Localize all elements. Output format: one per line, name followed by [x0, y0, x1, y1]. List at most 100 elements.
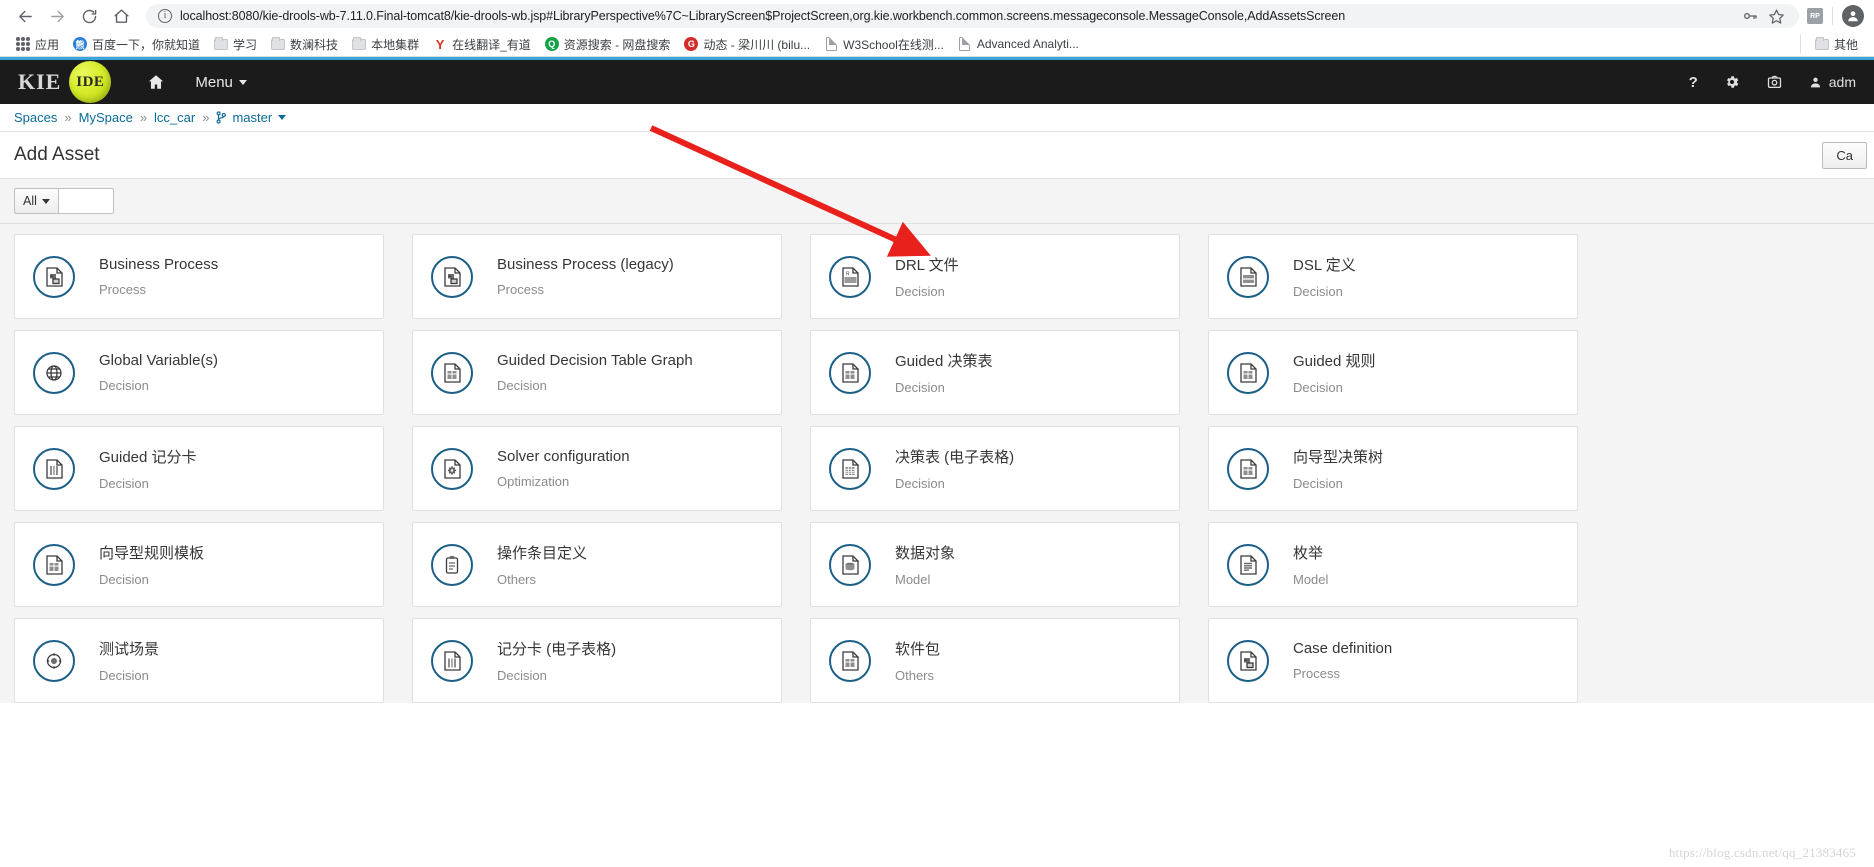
bookmark-label: W3School在线测...	[843, 37, 944, 52]
youdao-favicon: Y	[435, 36, 445, 52]
document-favicon	[958, 37, 972, 51]
asset-title: 向导型决策树	[1293, 449, 1384, 466]
bookmark-item[interactable]: W3School在线测...	[817, 34, 951, 55]
bookmark-item[interactable]: G 动态 - 梁川川 (bilu...	[677, 34, 817, 55]
asset-card-case-definition[interactable]: Case definition Process	[1208, 618, 1578, 703]
asset-card-rule-template[interactable]: 向导型规则模板 Decision	[14, 522, 384, 607]
asset-card-global-variables[interactable]: Global Variable(s) Decision	[14, 330, 384, 415]
reload-icon[interactable]	[74, 1, 104, 31]
asset-card-enumeration[interactable]: 枚举 Model	[1208, 522, 1578, 607]
star-icon[interactable]	[1765, 5, 1787, 27]
profile-avatar-icon[interactable]	[1842, 5, 1864, 27]
asset-card-decision-table-spreadsheet[interactable]: 决策表 (电子表格) Decision	[810, 426, 1180, 511]
bookmark-item[interactable]: 学习	[207, 34, 264, 55]
breadcrumb-separator: »	[64, 110, 72, 125]
forward-arrow-icon[interactable]	[42, 1, 72, 31]
watermark: https://blog.csdn.net/qq_21383465	[1668, 845, 1856, 860]
asset-card-work-item-definition[interactable]: 操作条目定义 Others	[412, 522, 782, 607]
asset-card-text: Guided 记分卡 Decision	[99, 446, 197, 491]
app-home-icon[interactable]	[147, 73, 165, 91]
document-favicon	[824, 37, 838, 51]
asset-card-text: Business Process (legacy) Process	[497, 256, 674, 297]
address-bar[interactable]: i localhost:8080/kie-drools-wb-7.11.0.Fi…	[146, 4, 1799, 28]
bookmark-label: Advanced Analyti...	[976, 37, 1079, 51]
process-diagram-icon	[431, 255, 473, 298]
filter-group: All	[14, 188, 114, 214]
bookmark-item[interactable]: Advanced Analyti...	[951, 35, 1086, 53]
asset-card-text: 软件包 Others	[895, 638, 940, 683]
asset-card-business-process-legacy[interactable]: Business Process (legacy) Process	[412, 234, 782, 319]
asset-category: Decision	[1293, 380, 1343, 395]
asset-card-drl-file[interactable]: R DRL 文件 Decision	[810, 234, 1180, 319]
bookmark-label: 资源搜索 - 网盘搜索	[563, 37, 671, 52]
asset-card-decision-table-graph[interactable]: Guided Decision Table Graph Decision	[412, 330, 782, 415]
asset-cell: DSL 定义 Decision	[1194, 234, 1592, 319]
asset-card-solver-configuration[interactable]: Solver configuration Optimization	[412, 426, 782, 511]
asset-card-decision-tree[interactable]: 向导型决策树 Decision	[1208, 426, 1578, 511]
scorecard-icon	[33, 447, 75, 490]
asset-cell: 向导型决策树 Decision	[1194, 426, 1592, 511]
bookmark-apps[interactable]: 应用	[9, 34, 66, 55]
bookmark-item[interactable]: 熊 百度一下，你就知道	[66, 34, 207, 55]
bookmarks-bar: 应用 熊 百度一下，你就知道 学习 数澜科技 本地集群 Y 在线翻译_有道 Q …	[0, 32, 1874, 57]
site-info-icon[interactable]: i	[158, 9, 172, 23]
kie-logo[interactable]: KIE IDE	[18, 61, 112, 103]
asset-card-business-process[interactable]: Business Process Process	[14, 234, 384, 319]
asset-row: 测试场景 Decision 记分卡 (电子表格) Decision 软件包 Ot…	[0, 618, 1874, 703]
bookmark-item[interactable]: 本地集群	[345, 34, 426, 55]
bookmark-other-folder[interactable]: 其他	[1808, 34, 1865, 55]
asset-cell: Business Process (legacy) Process	[398, 234, 796, 319]
extension-icon[interactable]: RP	[1807, 8, 1823, 24]
solver-gear-icon	[431, 447, 473, 490]
asset-title: 向导型规则模板	[99, 545, 205, 562]
breadcrumb-item-spaces[interactable]: Spaces	[14, 110, 57, 125]
asset-row: Guided 记分卡 Decision Solver configuration…	[0, 426, 1874, 511]
spreadsheet-decision-table-icon	[829, 447, 871, 490]
gear-icon[interactable]	[1724, 74, 1740, 90]
bookmark-item[interactable]: Q 资源搜索 - 网盘搜索	[538, 34, 678, 55]
question-mark-icon[interactable]: ?	[1689, 74, 1698, 91]
asset-card-data-object[interactable]: 数据对象 Model	[810, 522, 1180, 607]
breadcrumb-item-project[interactable]: lcc_car	[154, 110, 195, 125]
asset-card-scorecard-spreadsheet[interactable]: 记分卡 (电子表格) Decision	[412, 618, 782, 703]
scorecard-spreadsheet-icon	[431, 639, 473, 682]
home-icon[interactable]	[106, 1, 136, 31]
main-menu-button[interactable]: Menu	[195, 74, 247, 91]
key-icon[interactable]	[1739, 5, 1761, 27]
asset-card-package[interactable]: 软件包 Others	[810, 618, 1180, 703]
asset-card-text: DRL 文件 Decision	[895, 254, 959, 299]
branch-label: master	[232, 110, 273, 125]
asset-card-text: 数据对象 Model	[895, 542, 955, 587]
test-scenario-icon	[33, 639, 75, 682]
enumeration-icon	[1227, 543, 1269, 586]
asset-card-text: 向导型规则模板 Decision	[99, 542, 204, 587]
camera-icon[interactable]	[1766, 74, 1783, 90]
bookmark-item[interactable]: 数澜科技	[264, 34, 345, 55]
asset-card-test-scenario[interactable]: 测试场景 Decision	[14, 618, 384, 703]
guided-decision-table-icon	[829, 351, 871, 394]
data-object-icon	[829, 543, 871, 586]
bookmark-item[interactable]: Y 在线翻译_有道	[426, 34, 538, 55]
drl-rule-file-icon: R	[829, 255, 871, 298]
asset-cell: 软件包 Others	[796, 618, 1194, 703]
branch-selector[interactable]: master	[216, 110, 287, 125]
rule-template-icon	[33, 543, 75, 586]
menu-label: Menu	[195, 73, 233, 91]
asset-cell: Guided 规则 Decision	[1194, 330, 1592, 415]
logo-ide-text: IDE	[76, 73, 105, 90]
cancel-button[interactable]: Ca	[1822, 141, 1867, 169]
asset-card-guided-decision-table[interactable]: Guided 决策表 Decision	[810, 330, 1180, 415]
back-arrow-icon[interactable]	[10, 1, 40, 31]
search-input[interactable]	[57, 188, 114, 214]
asset-card-dsl-definition[interactable]: DSL 定义 Decision	[1208, 234, 1578, 319]
asset-card-guided-rule[interactable]: Guided 规则 Decision	[1208, 330, 1578, 415]
breadcrumb-item-myspace[interactable]: MySpace	[79, 110, 133, 125]
bookmark-label: 在线翻译_有道	[452, 37, 531, 52]
asset-title: 决策表 (电子表格)	[895, 449, 1015, 466]
asset-cell: 测试场景 Decision	[0, 618, 398, 703]
asset-card-text: Case definition Process	[1293, 640, 1392, 681]
user-menu[interactable]: adm	[1809, 74, 1856, 90]
filter-dropdown[interactable]: All	[14, 188, 58, 214]
asset-card-guided-scorecard[interactable]: Guided 记分卡 Decision	[14, 426, 384, 511]
asset-category: Decision	[895, 476, 945, 491]
